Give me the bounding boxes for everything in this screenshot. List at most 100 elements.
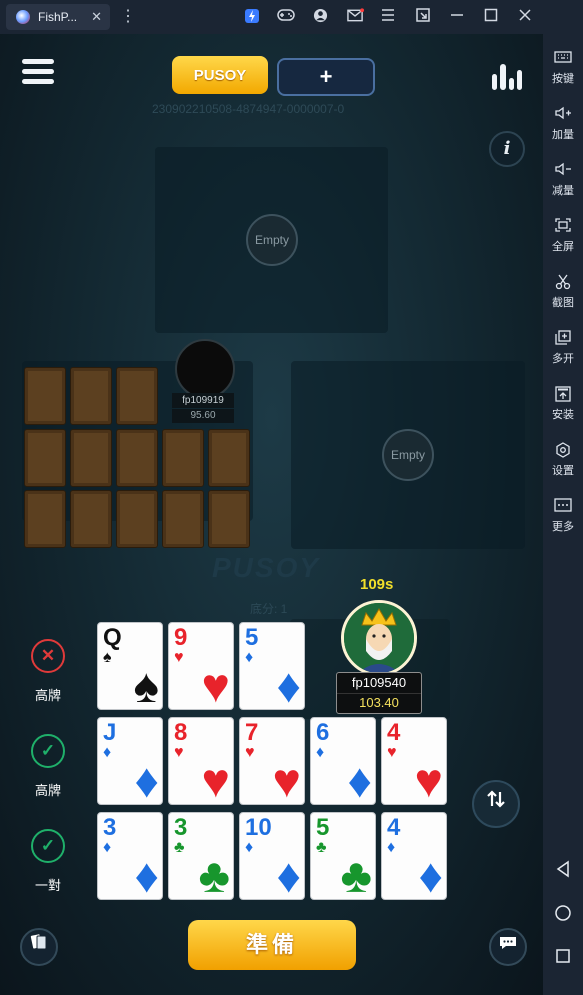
playing-card[interactable]: 8 ♥ ♥: [168, 717, 234, 805]
tab-pusoy[interactable]: PUSOY: [172, 56, 268, 94]
invalid-x-icon: ✕: [31, 639, 65, 673]
chat-icon[interactable]: [489, 928, 527, 966]
sidebar-item-keyboard[interactable]: 按键: [543, 50, 583, 86]
card-suit-small: ♦: [387, 839, 396, 856]
menu-icon[interactable]: [381, 8, 395, 24]
card-hints-icon[interactable]: [20, 928, 58, 966]
player-coins: 103.40: [337, 693, 421, 712]
close-icon[interactable]: [518, 8, 532, 25]
playing-card[interactable]: Q ♠ ♠: [97, 622, 163, 710]
diamond-icon: ♦: [418, 850, 444, 900]
mail-icon[interactable]: [347, 8, 364, 25]
sidebar-item-install-apk[interactable]: 安装: [543, 386, 583, 422]
emulator-sidebar: 按键 加量 减量 全屏 截图 多开 安装 设置 更多: [543, 34, 583, 995]
multi-instance-icon: [543, 330, 583, 350]
sidebar-label: 截图: [552, 297, 574, 309]
apk-install-icon: [543, 386, 583, 406]
pusoy-watermark: PUSOY: [212, 552, 321, 583]
stats-icon[interactable]: [492, 62, 522, 90]
bolt-icon[interactable]: [244, 8, 260, 27]
card-back: [24, 429, 66, 487]
sidebar-item-volume-down[interactable]: 减量: [543, 162, 583, 198]
row-status-label: 高牌: [34, 783, 61, 798]
card-rank: 6: [316, 719, 330, 746]
empty-seat-top-button[interactable]: Empty: [246, 214, 298, 266]
recents-icon[interactable]: [543, 948, 583, 969]
playing-card[interactable]: 10 ♦ ♦: [239, 812, 305, 900]
player-info: fp109540 103.40: [336, 672, 422, 714]
card-suit-small: ♥: [245, 744, 255, 761]
swap-rows-icon[interactable]: [472, 780, 520, 828]
card-rank: 9: [174, 624, 188, 651]
heart-icon: ♥: [414, 755, 444, 805]
scissors-icon: [543, 274, 583, 294]
card-rank: 5: [245, 624, 259, 651]
card-back: [116, 429, 158, 487]
sidebar-label: 安装: [552, 409, 574, 421]
add-table-button[interactable]: +: [277, 58, 375, 96]
info-icon[interactable]: i: [489, 131, 525, 167]
sidebar-item-volume-up[interactable]: 加量: [543, 106, 583, 142]
sidebar-label: 设置: [552, 465, 574, 477]
sidebar-item-more[interactable]: 更多: [543, 498, 583, 534]
gamepad-icon[interactable]: [277, 8, 295, 25]
row-status-middle: ✓ 高牌: [30, 734, 66, 799]
playing-card[interactable]: 4 ♥ ♥: [381, 717, 447, 805]
diamond-icon: ♦: [134, 755, 160, 805]
empty-seat-right-button[interactable]: Empty: [382, 429, 434, 481]
hamburger-menu-icon[interactable]: [22, 59, 54, 89]
playing-card[interactable]: J ♦ ♦: [97, 717, 163, 805]
card-back: [70, 367, 112, 425]
player-name: fp109540: [351, 675, 407, 690]
sidebar-item-screenshot[interactable]: 截图: [543, 274, 583, 310]
minimize-icon[interactable]: [450, 8, 464, 25]
card-back: [208, 490, 250, 548]
card-back: [70, 490, 112, 548]
back-icon[interactable]: [543, 860, 583, 883]
turn-timer: 109s: [360, 576, 394, 593]
card-rank: 5: [316, 814, 330, 841]
sidebar-item-fullscreen[interactable]: 全屏: [543, 218, 583, 254]
more-options-icon[interactable]: ⋮: [120, 6, 136, 26]
card-suit-small: ♦: [103, 744, 112, 761]
card-suit-small: ♥: [174, 649, 184, 666]
home-icon[interactable]: [543, 904, 583, 927]
maximize-icon[interactable]: [484, 8, 498, 25]
card-suit-small: ♦: [103, 839, 112, 856]
valid-check-icon: ✓: [31, 829, 65, 863]
sidebar-label: 更多: [552, 521, 574, 533]
playing-card[interactable]: 7 ♥ ♥: [239, 717, 305, 805]
card-rank: 3: [174, 814, 188, 841]
card-back: [208, 429, 250, 487]
playing-card[interactable]: 3 ♦ ♦: [97, 812, 163, 900]
opponent-coins: 95.60: [172, 409, 234, 423]
sidebar-item-settings[interactable]: 设置: [543, 442, 583, 478]
opponent-avatar[interactable]: [175, 339, 235, 399]
sidebar-item-multi-instance[interactable]: 多开: [543, 330, 583, 366]
user-icon[interactable]: [313, 8, 328, 26]
settings-icon: [543, 442, 583, 462]
resize-icon[interactable]: [416, 8, 430, 25]
heart-icon: ♥: [201, 660, 231, 710]
card-back: [162, 429, 204, 487]
diamond-icon: ♦: [276, 660, 302, 710]
spade-icon: ♠: [133, 660, 160, 710]
playing-card[interactable]: 3 ♣ ♣: [168, 812, 234, 900]
playing-card[interactable]: 9 ♥ ♥: [168, 622, 234, 710]
app-logo-icon: [16, 10, 30, 24]
row-status-front: ✕ 高牌: [30, 639, 66, 704]
browser-tab[interactable]: FishP... ✕: [6, 4, 110, 30]
playing-card[interactable]: 5 ♦ ♦: [239, 622, 305, 710]
club-icon: ♣: [198, 850, 231, 900]
playing-card[interactable]: 4 ♦ ♦: [381, 812, 447, 900]
tab-close-icon[interactable]: ✕: [91, 9, 102, 25]
valid-check-icon: ✓: [31, 734, 65, 768]
diamond-icon: ♦: [276, 850, 302, 900]
playing-card[interactable]: 6 ♦ ♦: [310, 717, 376, 805]
card-back: [70, 429, 112, 487]
ready-button[interactable]: 準備: [188, 920, 356, 970]
playing-card[interactable]: 5 ♣ ♣: [310, 812, 376, 900]
card-back: [24, 490, 66, 548]
fullscreen-icon: [543, 218, 583, 238]
player-avatar[interactable]: [341, 600, 417, 676]
